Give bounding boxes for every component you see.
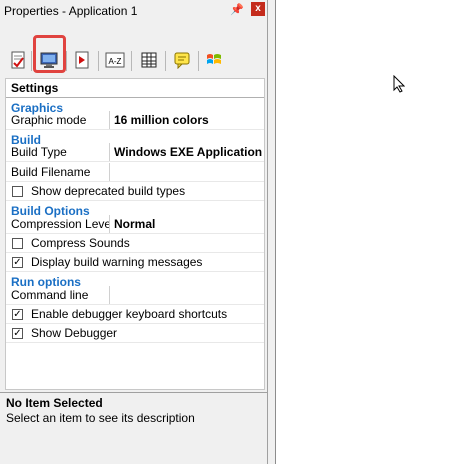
prop-name: Graphic mode [6, 111, 110, 129]
properties-panel: Properties - Application 1 📌 x A-Z Setti… [0, 0, 268, 464]
windows-logo-icon[interactable] [202, 48, 226, 72]
check-label: Show deprecated build types [31, 184, 186, 198]
check-show-debugger[interactable]: ✓ Show Debugger [6, 324, 264, 343]
build-icon[interactable] [70, 48, 94, 72]
checkbox[interactable]: ✓ [12, 308, 23, 320]
prop-name: Command line [6, 286, 110, 304]
prop-value: Normal [114, 217, 156, 231]
property-grid: Settings Graphics Graphic mode 16 millio… [5, 78, 265, 390]
check-display-warnings[interactable]: ✓ Display build warning messages [6, 253, 264, 272]
check-debugger-shortcuts[interactable]: ✓ Enable debugger keyboard shortcuts [6, 305, 264, 324]
check-label: Display build warning messages [31, 255, 203, 269]
checkbox[interactable]: ✓ [12, 256, 23, 268]
properties-icon[interactable] [6, 48, 30, 72]
description-pane: No Item Selected Select an item to see i… [0, 392, 268, 464]
checkbox[interactable] [12, 185, 23, 197]
checkbox[interactable]: ✓ [12, 327, 23, 339]
checkbox[interactable] [12, 237, 23, 249]
editor-area[interactable] [275, 0, 467, 464]
prop-value: 16 million colors [114, 113, 209, 127]
description-text: Select an item to see its description [6, 411, 195, 425]
settings-header: Settings [6, 79, 264, 98]
mouse-cursor-icon [393, 74, 406, 96]
description-title: No Item Selected [6, 396, 103, 410]
selected-tool-highlight [33, 35, 66, 73]
prop-build-filename[interactable]: Build Filename [6, 163, 264, 182]
prop-command-line[interactable]: Command line [6, 286, 264, 305]
panel-title: Properties - Application 1 [4, 4, 138, 18]
comment-icon[interactable] [170, 48, 194, 72]
prop-value: Windows EXE Application [114, 145, 263, 159]
prop-name: Build Type [6, 143, 110, 161]
prop-compression-level[interactable]: Compression Level Normal [6, 215, 264, 234]
check-label: Show Debugger [31, 326, 118, 340]
close-icon[interactable]: x [251, 2, 265, 16]
prop-name: Build Filename [6, 163, 110, 181]
check-label: Compress Sounds [31, 236, 130, 250]
prop-graphic-mode[interactable]: Graphic mode 16 million colors [6, 111, 264, 130]
pin-icon[interactable]: 📌 [230, 3, 244, 17]
grid-icon[interactable] [137, 48, 161, 72]
check-show-deprecated[interactable]: Show deprecated build types [6, 182, 264, 201]
prop-build-type[interactable]: Build Type Windows EXE Application [6, 143, 264, 162]
prop-name: Compression Level [6, 215, 110, 233]
sort-az-label: A-Z [109, 57, 122, 66]
check-compress-sounds[interactable]: Compress Sounds [6, 234, 264, 253]
sort-az-icon[interactable]: A-Z [103, 48, 127, 72]
check-label: Enable debugger keyboard shortcuts [31, 307, 228, 321]
